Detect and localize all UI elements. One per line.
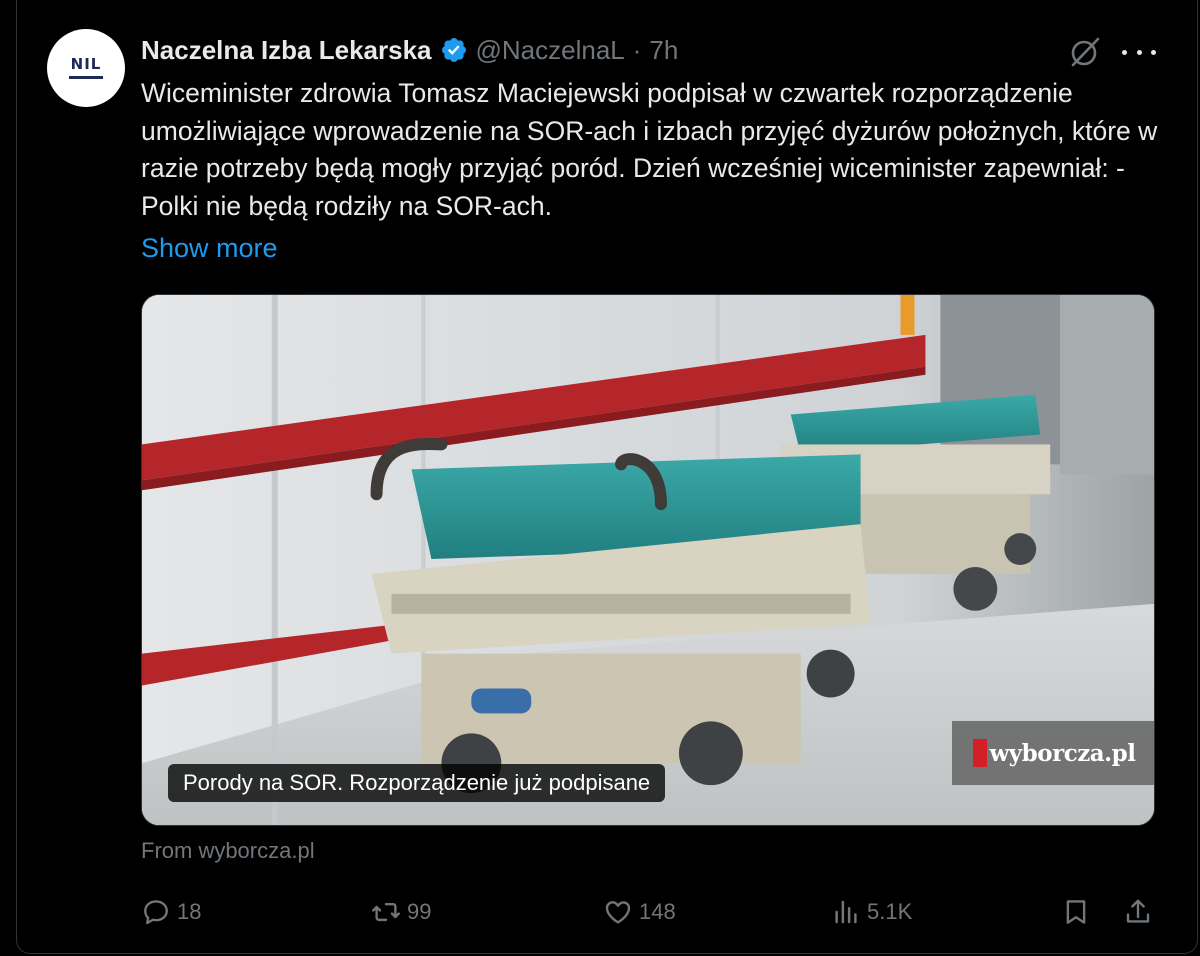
bookmark-icon[interactable] (1061, 897, 1091, 927)
reply-icon (144, 900, 168, 925)
more-dot (1136, 49, 1142, 55)
repost-count: 99 (407, 899, 432, 924)
reply-button[interactable]: 18 (141, 893, 201, 931)
more-dot (1151, 49, 1156, 55)
card-source[interactable]: From wyborcza.pl (141, 838, 315, 864)
like-button[interactable]: 148 (603, 893, 676, 931)
tweet-text: Wiceminister zdrowia Tomasz Maciejewski … (141, 78, 1158, 221)
separator-dot: · (632, 34, 642, 65)
show-more-link[interactable]: Show more (141, 233, 278, 264)
action-bar: 18 99 148 5.1K (141, 893, 1161, 931)
views-count: 5.1K (867, 899, 913, 924)
more-icon[interactable] (1122, 40, 1156, 64)
more-dot (1122, 49, 1127, 55)
repost-button[interactable]: 99 (371, 893, 431, 931)
author-handle[interactable]: @NaczelnaL (476, 35, 625, 66)
avatar-underline (69, 76, 103, 79)
like-count: 148 (639, 899, 676, 924)
card-caption: Porody na SOR. Rozporządzenie już podpis… (168, 764, 666, 802)
share-icon[interactable] (1123, 897, 1153, 927)
verified-badge-icon[interactable] (440, 36, 468, 64)
avatar-logo: NIL (69, 57, 103, 79)
avatar-text: NIL (70, 55, 102, 73)
wyborcza-logo-mark (972, 739, 987, 767)
link-card[interactable]: Porody na SOR. Rozporządzenie już podpis… (141, 294, 1155, 826)
author-name[interactable]: Naczelna Izba Lekarska (141, 35, 432, 66)
card-brand-watermark: wyborcza.pl (952, 721, 1154, 785)
tweet-header: Naczelna Izba Lekarska @NaczelnaL · 7h (141, 33, 678, 67)
grok-icon[interactable] (1068, 35, 1102, 69)
like-icon (605, 901, 631, 924)
reply-count: 18 (177, 899, 202, 924)
views-icon (835, 900, 857, 924)
repost-icon (372, 902, 400, 922)
front-stretcher (370, 438, 871, 794)
avatar[interactable]: NIL (47, 29, 125, 107)
timestamp[interactable]: 7h (649, 35, 678, 66)
views-button[interactable]: 5.1K (831, 893, 912, 931)
card-brand-text: wyborcza.pl (989, 739, 1137, 767)
